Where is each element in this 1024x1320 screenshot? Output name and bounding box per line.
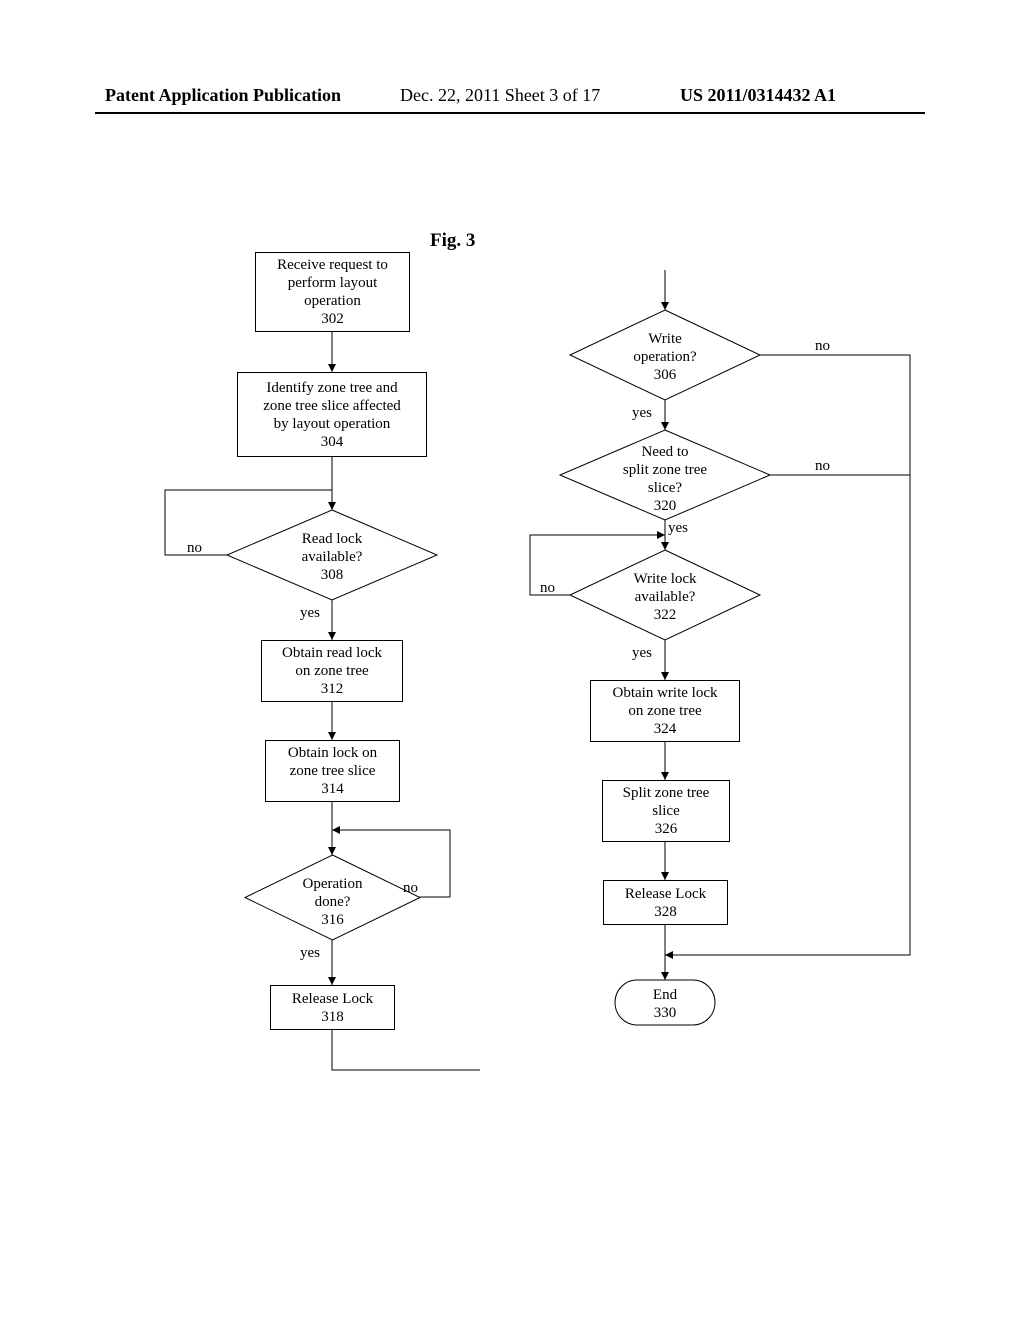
label-306-no: no [815, 338, 830, 355]
label-320-yes: yes [668, 520, 688, 537]
label-320-no: no [815, 458, 830, 475]
label-316-yes: yes [300, 945, 320, 962]
label-306-yes: yes [632, 405, 652, 422]
label-316-no: no [403, 880, 418, 897]
label-322-no: no [540, 580, 555, 597]
label-322-yes: yes [632, 645, 652, 662]
label-308-yes: yes [300, 605, 320, 622]
label-308-no: no [187, 540, 202, 557]
arrows-layer [0, 0, 1024, 1320]
